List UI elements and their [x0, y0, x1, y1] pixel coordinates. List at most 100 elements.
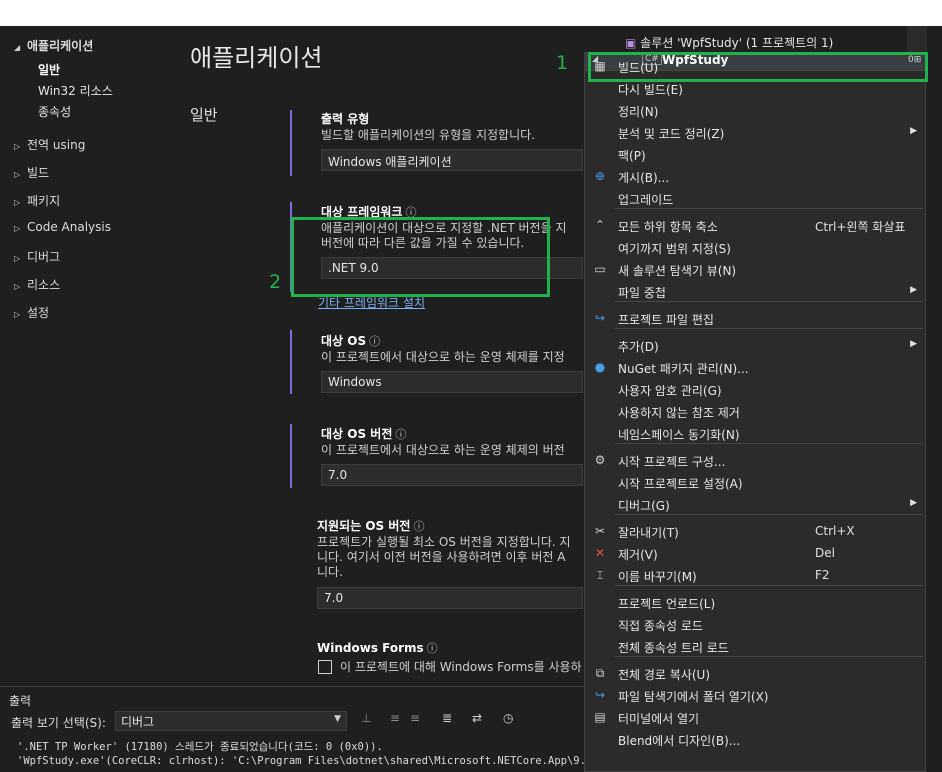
menu-item[interactable]: ↪ 파일 탐색기에서 폴더 열기(X) [585, 685, 925, 707]
nav-item-code-analysis[interactable]: ▷ Code Analysis [14, 220, 111, 234]
solution-root-row[interactable]: ▣ 솔루션 'WpfStudy' (1 프로젝트의 1) [625, 34, 833, 51]
property-accent-bar [290, 330, 292, 394]
target-os-desc: 이 프로젝트에서 대상으로 하는 운영 체제를 지정 [321, 350, 565, 364]
copy-icon: ⧉ [595, 666, 605, 680]
output-source-select[interactable]: 디버그 ▼ [115, 711, 347, 731]
menu-item[interactable]: 파일 중첩 ▶ [585, 281, 925, 303]
menu-item[interactable]: ✂ 잘라내기(T) Ctrl+X [585, 521, 925, 543]
menu-item-label: 프로젝트 파일 편집 [618, 313, 714, 327]
annotation-box-2 [291, 217, 550, 297]
submenu-arrow-icon: ▶ [910, 498, 917, 508]
menu-item-label: Blend에서 디자인(B)... [618, 734, 741, 748]
solution-icon: ▣ [625, 36, 637, 50]
output-type-select[interactable]: Windows 애플리케이션 [321, 149, 583, 171]
menu-item[interactable]: ↪ 프로젝트 파일 편집 [585, 308, 925, 330]
menu-item-shortcut: Ctrl+X [815, 524, 855, 538]
menu-item[interactable]: 사용자 암호 관리(G) [585, 379, 925, 401]
menu-item[interactable]: 프로젝트 언로드(L) [585, 592, 925, 614]
menu-item-label: 분석 및 코드 정리(Z) [618, 127, 725, 141]
help-icon[interactable]: ⓘ [369, 335, 380, 348]
menu-item[interactable]: 디버그(G) ▶ [585, 494, 925, 516]
menu-item[interactable]: ▭ 새 솔루션 탐색기 뷰(N) [585, 259, 925, 281]
menu-item[interactable]: Blend에서 디자인(B)... [585, 729, 925, 751]
menu-item[interactable]: 네임스페이스 동기화(N) [585, 423, 925, 445]
clock-icon[interactable]: ◷ [503, 711, 513, 725]
menu-item-label: 프로젝트 언로드(L) [618, 597, 716, 611]
menu-item[interactable]: 추가(D) ▶ [585, 335, 925, 357]
help-icon[interactable]: ⓘ [395, 428, 406, 441]
menu-item-label: 새 솔루션 탐색기 뷰(N) [618, 264, 737, 278]
nav-item-debug[interactable]: ▷ 디버그 [14, 248, 60, 265]
submenu-arrow-icon: ▶ [910, 285, 917, 295]
nav-item-resources[interactable]: ▷ 리소스 [14, 276, 60, 293]
menu-item-label: 팩(P) [618, 149, 646, 163]
clear-all-icon[interactable]: ≣ [442, 711, 452, 725]
menu-item[interactable]: 팩(P) [585, 144, 925, 166]
collapsed-triangle-icon: ▷ [14, 254, 21, 263]
help-icon[interactable]: ⓘ [413, 520, 424, 533]
output-line: '.NET TP Worker' (17180) 스레드가 종료되었습니다(코드… [17, 741, 383, 753]
menu-item[interactable]: 업그레이드 [585, 188, 925, 210]
menu-item-label: 여기까지 범위 지정(S) [618, 242, 731, 256]
target-os-version-select[interactable]: 7.0 [321, 464, 583, 486]
nav-sub-win32[interactable]: Win32 리소스 [38, 82, 113, 99]
open-folder-icon: ↪ [594, 688, 606, 702]
property-nav: ◢ 애플리케이션 일반 Win32 리소스 종속성 ▷ 전역 using ▷ 빌드 ▷… [0, 26, 178, 686]
supported-os-version-desc: 니다. [317, 565, 343, 579]
menu-item-label: 추가(D) [618, 340, 659, 354]
annotation-label-2: 2 [269, 271, 282, 293]
menu-item[interactable]: ⌃ 모든 하위 항목 축소 Ctrl+왼쪽 화살표 [585, 215, 925, 237]
property-accent-bar [290, 110, 292, 176]
windows-forms-checkbox[interactable] [318, 660, 332, 674]
nav-item-package[interactable]: ▷ 패키지 [14, 192, 60, 209]
menu-item[interactable]: ✕ 제거(V) Del [585, 543, 925, 565]
menu-item-label: 게시(B)... [618, 171, 670, 185]
submenu-arrow-icon: ▶ [910, 339, 917, 349]
word-wrap-icon[interactable]: ⇄ [472, 711, 482, 725]
menu-item[interactable]: 전체 종속성 트리 로드 [585, 636, 925, 658]
output-panel: 출력 출력 보기 선택(S): 디버그 ▼ ⊥ ≡ ≡ ≣ ⇄ ◷ '.NET … [0, 686, 611, 772]
help-icon[interactable]: ⓘ [427, 642, 438, 655]
menu-item[interactable]: 사용하지 않는 참조 제거 [585, 401, 925, 423]
nav-item-global-using[interactable]: ▷ 전역 using [14, 136, 85, 153]
menu-item[interactable]: ▤ 터미널에서 열기 [585, 707, 925, 729]
menu-item[interactable]: 정리(N) [585, 100, 925, 122]
next-message-icon[interactable]: ≡ [410, 711, 420, 725]
annotation-label-1: 1 [556, 52, 569, 74]
menu-item[interactable]: 분석 및 코드 정리(Z) ▶ [585, 122, 925, 144]
menu-item-shortcut: Ctrl+왼쪽 화살표 [815, 220, 906, 234]
menu-item-label: 직접 종속성 로드 [618, 619, 703, 633]
target-os-version-title: 대상 OS 버전 ⓘ [321, 427, 407, 441]
menu-item-label: 디버그(G) [618, 499, 670, 513]
supported-os-version-select[interactable]: 7.0 [317, 587, 583, 609]
nav-sub-general[interactable]: 일반 [38, 61, 60, 78]
find-message-icon[interactable]: ⊥ [361, 711, 371, 725]
target-os-version-desc: 이 프로젝트에서 대상으로 하는 운영 체제의 버전 [321, 443, 565, 457]
menu-item[interactable]: 여기까지 범위 지정(S) [585, 237, 925, 259]
target-os-select[interactable]: Windows [321, 371, 583, 393]
menu-item[interactable]: 시작 프로젝트로 설정(A) [585, 472, 925, 494]
nav-section-application[interactable]: ◢ 애플리케이션 [14, 37, 93, 54]
menu-item-label: 이름 바꾸기(M) [618, 570, 697, 584]
menu-item-label: 시작 프로젝트 구성... [618, 455, 726, 469]
menu-item[interactable]: ● NuGet 패키지 관리(N)... [585, 357, 925, 379]
menu-item[interactable]: ⌶ 이름 바꾸기(M) F2 [585, 565, 925, 587]
menu-item[interactable]: ⊕ 게시(B)... [585, 166, 925, 188]
nav-item-settings[interactable]: ▷ 설정 [14, 304, 49, 321]
collapse-icon: ⌃ [594, 218, 606, 232]
menu-item-label: 업그레이드 [618, 193, 674, 207]
supported-os-version-desc: 프로젝트가 실행될 최소 OS 버전을 지정합니다. 지 [317, 535, 571, 549]
globe-publish-icon: ⊕ [594, 169, 606, 183]
menu-item-label: 네임스페이스 동기화(N) [618, 428, 740, 442]
prev-message-icon[interactable]: ≡ [390, 711, 400, 725]
menu-item[interactable]: ⚙ 시작 프로젝트 구성... [585, 450, 925, 472]
output-type-title: 출력 유형 [321, 112, 370, 126]
submenu-arrow-icon: ▶ [910, 126, 917, 136]
output-show-label: 출력 보기 선택(S): [11, 716, 106, 730]
nav-sub-dependencies[interactable]: 종속성 [38, 103, 71, 120]
collapsed-triangle-icon: ▷ [14, 198, 21, 207]
menu-item[interactable]: 직접 종속성 로드 [585, 614, 925, 636]
menu-item[interactable]: ⧉ 전체 경로 복사(U) [585, 663, 925, 685]
expanded-triangle-icon: ◢ [14, 43, 21, 52]
nav-item-build[interactable]: ▷ 빌드 [14, 164, 49, 181]
